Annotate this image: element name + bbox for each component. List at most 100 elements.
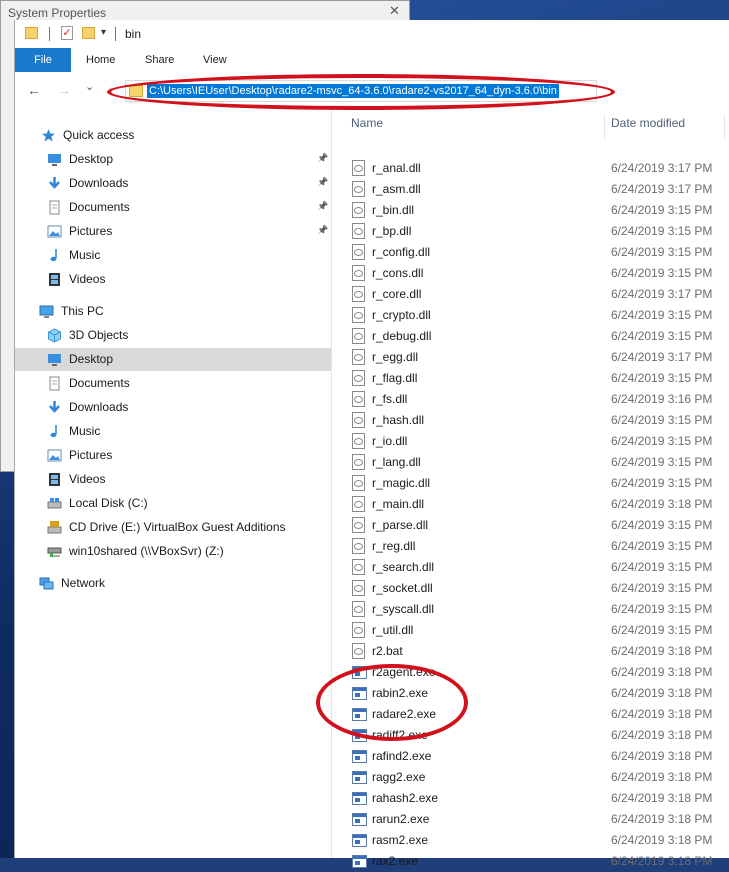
file-row[interactable]: r2agent.exe 6/24/2019 3:18 PM [332, 662, 729, 683]
file-row[interactable]: rarun2.exe 6/24/2019 3:18 PM [332, 809, 729, 830]
nav-quick-access-videos[interactable]: Videos [47, 268, 331, 291]
desktop-icon [48, 354, 61, 366]
file-row[interactable]: rafind2.exe 6/24/2019 3:18 PM [332, 746, 729, 767]
forward-arrow-icon[interactable]: → [57, 82, 71, 98]
file-row[interactable]: r_syscall.dll 6/24/2019 3:15 PM [332, 599, 729, 620]
file-row[interactable]: r_socket.dll 6/24/2019 3:15 PM [332, 578, 729, 599]
back-arrow-icon[interactable]: ← [27, 82, 41, 98]
nav-quick-access-documents[interactable]: Documents [47, 196, 331, 219]
divider [49, 27, 50, 41]
file-row[interactable]: rax2.exe 6/24/2019 3:18 PM [332, 851, 729, 872]
file-row[interactable]: rabin2.exe 6/24/2019 3:18 PM [332, 683, 729, 704]
chevron-down-icon[interactable]: ▾ [101, 27, 106, 38]
dll-file-icon [352, 328, 365, 344]
file-row[interactable]: r_hash.dll 6/24/2019 3:15 PM [332, 410, 729, 431]
file-explorer-window: ✓ ▾ bin File Home Share View ← → ⌄ ↑ C:\… [14, 20, 729, 868]
file-row[interactable]: r_parse.dll 6/24/2019 3:15 PM [332, 515, 729, 536]
file-date: 6/24/2019 3:15 PM [611, 560, 713, 574]
file-row[interactable]: r2.bat 6/24/2019 3:18 PM [332, 641, 729, 662]
file-row[interactable]: r_anal.dll 6/24/2019 3:17 PM [332, 158, 729, 179]
tab-share[interactable]: Share [145, 48, 174, 72]
nav-this-pc-win10shared-vboxsvr-z[interactable]: win10shared (\\VBoxSvr) (Z:) [47, 540, 331, 563]
nav-quick-access[interactable]: Quick access [41, 124, 331, 147]
nav-this-pc-music[interactable]: Music [47, 420, 331, 443]
up-arrow-icon[interactable]: ↑ [107, 82, 114, 98]
file-row[interactable]: radare2.exe 6/24/2019 3:18 PM [332, 704, 729, 725]
nav-this-pc-3d-objects[interactable]: 3D Objects [47, 324, 331, 347]
pin-icon[interactable]: 📌 [317, 177, 328, 188]
executable-file-icon [352, 813, 367, 826]
file-row[interactable]: r_reg.dll 6/24/2019 3:15 PM [332, 536, 729, 557]
file-row[interactable]: r_core.dll 6/24/2019 3:17 PM [332, 284, 729, 305]
nav-quick-access-music[interactable]: Music [47, 244, 331, 267]
nav-this-pc-pictures[interactable]: Pictures [47, 444, 331, 467]
file-row[interactable]: r_main.dll 6/24/2019 3:18 PM [332, 494, 729, 515]
file-name: r2agent.exe [372, 665, 436, 679]
file-row[interactable]: r_config.dll 6/24/2019 3:15 PM [332, 242, 729, 263]
column-divider[interactable] [724, 114, 725, 140]
dll-file-icon [352, 223, 365, 239]
nav-this-pc-documents[interactable]: Documents [47, 372, 331, 395]
tab-view[interactable]: View [203, 48, 227, 72]
nav-label: Music [69, 424, 101, 438]
address-path[interactable]: C:\Users\IEUser\Desktop\radare2-msvc_64-… [147, 84, 559, 98]
file-row[interactable]: r_search.dll 6/24/2019 3:15 PM [332, 557, 729, 578]
batch-file-icon [352, 643, 365, 659]
file-row[interactable]: r_cons.dll 6/24/2019 3:15 PM [332, 263, 729, 284]
file-row[interactable]: r_fs.dll 6/24/2019 3:16 PM [332, 389, 729, 410]
file-row[interactable]: r_lang.dll 6/24/2019 3:15 PM [332, 452, 729, 473]
nav-this-pc-cd-drive-e-virtualbox-guest-additions[interactable]: CD Drive (E:) VirtualBox Guest Additions [47, 516, 331, 539]
nav-this-pc-local-disk-c[interactable]: Local Disk (C:) [47, 492, 331, 515]
recent-locations-icon[interactable]: ⌄ [85, 80, 94, 93]
file-row[interactable]: rasm2.exe 6/24/2019 3:18 PM [332, 830, 729, 851]
nav-this-pc-videos[interactable]: Videos [47, 468, 331, 491]
nav-this-pc[interactable]: This PC [39, 300, 331, 323]
column-header-name[interactable]: Name [351, 110, 383, 138]
file-row[interactable]: r_flag.dll 6/24/2019 3:15 PM [332, 368, 729, 389]
address-bar[interactable]: C:\Users\IEUser\Desktop\radare2-msvc_64-… [125, 80, 597, 102]
tab-home[interactable]: Home [86, 48, 115, 72]
properties-icon[interactable]: ✓ [61, 26, 73, 40]
file-row[interactable]: r_egg.dll 6/24/2019 3:17 PM [332, 347, 729, 368]
pin-icon[interactable]: 📌 [317, 153, 328, 164]
picture-icon [47, 449, 62, 462]
nav-this-pc-downloads[interactable]: Downloads [47, 396, 331, 419]
nav-label: This PC [61, 304, 104, 318]
new-folder-icon[interactable] [82, 27, 95, 39]
file-name: r_anal.dll [372, 161, 421, 175]
column-divider[interactable] [604, 114, 605, 140]
close-icon[interactable]: ✕ [389, 3, 400, 19]
file-row[interactable]: ragg2.exe 6/24/2019 3:18 PM [332, 767, 729, 788]
file-row[interactable]: r_debug.dll 6/24/2019 3:15 PM [332, 326, 729, 347]
file-row[interactable]: radiff2.exe 6/24/2019 3:18 PM [332, 725, 729, 746]
file-row[interactable]: r_crypto.dll 6/24/2019 3:15 PM [332, 305, 729, 326]
dll-file-icon [352, 370, 365, 386]
file-date: 6/24/2019 3:18 PM [611, 665, 713, 679]
pin-icon[interactable]: 📌 [317, 201, 328, 212]
file-row[interactable]: r_magic.dll 6/24/2019 3:15 PM [332, 473, 729, 494]
nav-network[interactable]: Network [39, 572, 331, 595]
nav-this-pc-desktop[interactable]: Desktop [15, 348, 331, 371]
nav-quick-access-desktop[interactable]: Desktop [47, 148, 331, 171]
file-row[interactable]: r_util.dll 6/24/2019 3:15 PM [332, 620, 729, 641]
file-row[interactable]: rahash2.exe 6/24/2019 3:18 PM [332, 788, 729, 809]
window-title: bin [125, 27, 142, 41]
file-row[interactable]: r_bin.dll 6/24/2019 3:15 PM [332, 200, 729, 221]
pin-icon[interactable]: 📌 [317, 225, 328, 236]
column-header-date[interactable]: Date modified [611, 110, 685, 138]
file-row[interactable]: r_io.dll 6/24/2019 3:15 PM [332, 431, 729, 452]
file-date: 6/24/2019 3:18 PM [611, 812, 713, 826]
file-date: 6/24/2019 3:17 PM [611, 182, 713, 196]
file-name: r_lang.dll [372, 455, 421, 469]
file-name: r_util.dll [372, 623, 414, 637]
tab-file[interactable]: File [15, 48, 71, 72]
file-date: 6/24/2019 3:15 PM [611, 623, 713, 637]
dll-file-icon [352, 475, 365, 491]
nav-quick-access-pictures[interactable]: Pictures [47, 220, 331, 243]
file-row[interactable]: r_asm.dll 6/24/2019 3:17 PM [332, 179, 729, 200]
nav-quick-access-downloads[interactable]: Downloads [47, 172, 331, 195]
file-row[interactable]: r_bp.dll 6/24/2019 3:15 PM [332, 221, 729, 242]
file-name: r_bp.dll [372, 224, 412, 238]
file-date: 6/24/2019 3:18 PM [611, 749, 713, 763]
file-name: radiff2.exe [372, 728, 428, 742]
